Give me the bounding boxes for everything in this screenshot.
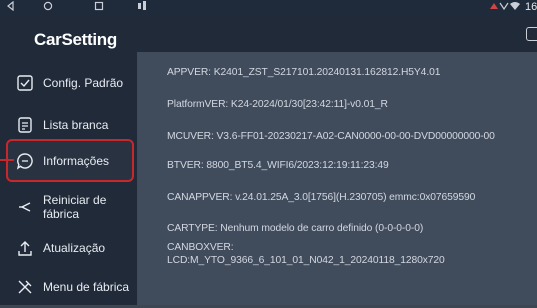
mcuver-text: MCUVER: V3.6-FF01-20230217-A02-CAN0000-0… [167,131,495,142]
sidebar: CarSetting Config. Padrão Lista branca I… [0,16,137,305]
btver-text: BTVER: 8800_BT5.4_WIFI6/2023:12:19:11:23… [167,160,389,171]
image-icon[interactable] [526,27,537,41]
canboxver-label: CANBOXVER: [167,242,234,253]
check-square-icon [16,74,34,92]
sidebar-item-config-padrao[interactable]: Config. Padrão [6,64,134,104]
notification-icon [138,1,148,14]
sidebar-item-menu-fabrica[interactable]: Menu de fábrica [6,268,134,308]
sidebar-item-label: Menu de fábrica [43,280,130,294]
app-title: CarSetting [34,30,117,49]
upload-icon [16,239,34,257]
canboxver-text: CANBOXVER: LCD:M_YTO_9366_6_101_01_N042_… [167,241,445,267]
sidebar-item-label: Informações [43,154,110,168]
signal-status-icon [489,1,525,14]
sidebar-item-label: Config. Padrão [43,76,124,90]
tools-icon [16,278,34,296]
sidebar-item-atualizacao[interactable]: Atualização [6,229,134,269]
sidebar-item-label: Atualização [43,241,106,255]
sidebar-item-informacoes[interactable]: Informações [6,139,134,182]
appver-text: APPVER: K2401_ZST_S217101.20240131.16281… [167,67,441,78]
highlight-connector [0,159,14,161]
sidebar-item-label: Reiniciar de fábrica [43,193,106,221]
canappver-text: CANAPPVER: v.24.01.25A_3.0[1756](H.23070… [167,192,476,203]
cartype-text: CARTYPE: Nenhum modelo de carro definido… [167,223,424,234]
content-header [137,16,537,52]
home-icon[interactable] [43,1,53,14]
clipboard-list-icon [16,116,34,134]
chat-bubble-icon [16,152,34,170]
status-bar: 16 [0,0,537,16]
recents-icon[interactable] [94,1,104,14]
sidebar-item-label: Lista branca [43,118,109,132]
clock-text: 16 [525,1,537,13]
platformver-text: PlatformVER: K24-2024/01/30[23:42:11]-v0… [167,99,388,110]
label-line-2: fábrica [43,207,80,221]
label-line-1: Reiniciar de [43,193,107,207]
canboxver-value: LCD:M_YTO_9366_6_101_01_N042_1_20240118_… [167,255,445,266]
sidebar-item-reiniciar[interactable]: Reiniciar de fábrica [6,188,134,228]
info-panel: APPVER: K2401_ZST_S217101.20240131.16281… [137,52,537,305]
restart-icon [16,198,34,216]
back-icon[interactable] [7,0,15,14]
